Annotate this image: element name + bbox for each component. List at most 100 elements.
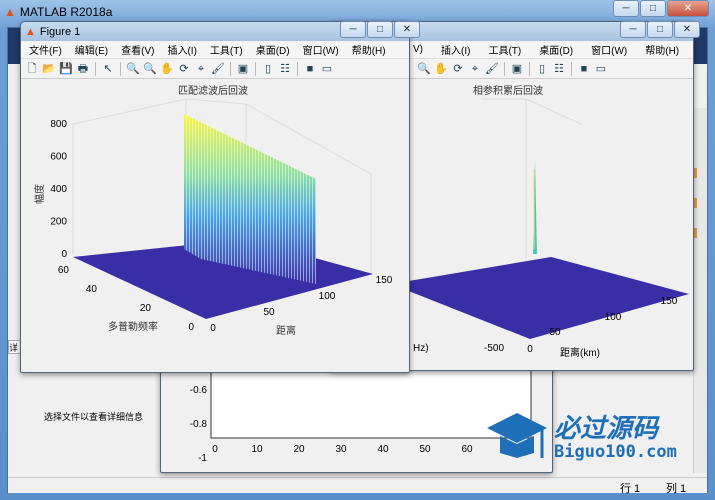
data-cursor-icon[interactable]: ⌖ xyxy=(468,62,482,76)
brush-icon[interactable]: 🖌 xyxy=(485,62,499,76)
menu-item[interactable]: 帮助(H) xyxy=(645,42,679,57)
y-tick: -500 xyxy=(484,343,504,354)
x-tick: 30 xyxy=(335,444,347,455)
figure1-toolbar: 🗋 📂 💾 🖶 ↖ 🔍 🔍 ✋ ⟳ ⌖ 🖌 ▣ ▯ ☷ ■ ▭ xyxy=(21,59,409,79)
x-tick: 100 xyxy=(319,291,336,302)
rotate-icon[interactable]: ⟳ xyxy=(177,62,191,76)
maximize-button[interactable]: □ xyxy=(647,21,673,38)
menu-item[interactable]: 窗口(W) xyxy=(591,42,627,57)
figure-icon: ▲ xyxy=(25,25,36,38)
minimize-button[interactable]: ─ xyxy=(613,0,639,17)
status-row: 行 1 xyxy=(620,483,641,495)
menu-item[interactable]: 工具(T) xyxy=(488,42,521,57)
colorbar-icon[interactable]: ▯ xyxy=(261,62,275,76)
maximize-button[interactable]: □ xyxy=(640,0,666,17)
y-tick: 60 xyxy=(58,265,70,276)
x-tick: 150 xyxy=(376,275,393,286)
y-tick: 0 xyxy=(188,322,194,333)
graduation-cap-icon xyxy=(487,413,547,458)
data-cursor-icon[interactable]: ⌖ xyxy=(194,62,208,76)
close-button[interactable]: ✕ xyxy=(667,0,709,17)
colorbar-icon[interactable]: ▯ xyxy=(535,62,549,76)
open-icon[interactable]: 📂 xyxy=(42,62,56,76)
legend-icon[interactable]: ☷ xyxy=(278,62,292,76)
menu-item[interactable]: V) xyxy=(413,44,423,55)
x-tick: 50 xyxy=(263,307,275,318)
x-tick: 100 xyxy=(605,312,622,323)
y-tick: 20 xyxy=(140,303,152,314)
x-tick: 0 xyxy=(210,323,216,334)
zoom-out-icon[interactable]: 🔍 xyxy=(417,62,431,76)
menu-item[interactable]: 插入(I) xyxy=(167,42,196,57)
y-label: 多普勒频率 xyxy=(108,320,158,333)
plot-title: 相参积累后回波 xyxy=(473,84,543,97)
surface-floor xyxy=(391,257,689,339)
legend-icon[interactable]: ☷ xyxy=(552,62,566,76)
x-tick: 40 xyxy=(377,444,389,455)
close-button[interactable]: ✕ xyxy=(394,21,420,38)
pan-icon[interactable]: ✋ xyxy=(160,62,174,76)
menu-item[interactable]: 帮助(H) xyxy=(352,42,386,57)
menu-item[interactable]: 桌面(D) xyxy=(539,42,573,57)
hide-tools-icon[interactable]: ■ xyxy=(577,62,591,76)
menu-item[interactable]: 插入(I) xyxy=(441,42,470,57)
pan-icon[interactable]: ✋ xyxy=(434,62,448,76)
zoom-out-icon[interactable]: 🔍 xyxy=(143,62,157,76)
x-tick: 20 xyxy=(293,444,305,455)
x-label: 距离(km) xyxy=(560,346,600,359)
matlab-logo-icon: ▲ xyxy=(4,5,16,19)
x-tick: 0 xyxy=(212,444,218,455)
close-button[interactable]: ✕ xyxy=(674,21,700,38)
status-bar: 行 1 列 1 xyxy=(8,477,707,495)
x-tick: 60 xyxy=(461,444,473,455)
pointer-icon[interactable]: ↖ xyxy=(101,62,115,76)
menu-item[interactable]: 桌面(D) xyxy=(256,42,290,57)
menu-item[interactable]: 查看(V) xyxy=(121,42,154,57)
menu-item[interactable]: 窗口(W) xyxy=(303,42,339,57)
y-tick: -0.8 xyxy=(190,419,208,430)
x-tick: 0 xyxy=(527,344,533,355)
save-icon[interactable]: 💾 xyxy=(59,62,73,76)
link-plot-icon[interactable]: ▣ xyxy=(236,62,250,76)
x-tick: 50 xyxy=(419,444,431,455)
z-tick: 600 xyxy=(50,152,67,163)
x-tick: 150 xyxy=(661,296,678,307)
figure1-window: ▲ Figure 1 文件(F) 编辑(E) 查看(V) 插入(I) 工具(T) 桌面(D… xyxy=(20,21,410,373)
y-tick: -1 xyxy=(198,453,207,464)
watermark-logo: 必过源码 Biguo100.com xyxy=(482,408,692,468)
rotate-icon[interactable]: ⟳ xyxy=(451,62,465,76)
menu-item[interactable]: 编辑(E) xyxy=(75,42,108,57)
main-title: MATLAB R2018a xyxy=(19,5,113,19)
z-tick: 400 xyxy=(50,184,67,195)
main-title-bar: ▲ MATLAB R2018a xyxy=(4,3,112,21)
y-tick: 40 xyxy=(86,284,98,295)
z-label: 幅度 xyxy=(33,184,46,204)
maximize-button[interactable]: □ xyxy=(367,21,393,38)
watermark-title: 必过源码 xyxy=(554,413,659,443)
y-label: Hz) xyxy=(413,343,429,354)
show-tools-icon[interactable]: ▭ xyxy=(594,62,608,76)
brush-icon[interactable]: 🖌 xyxy=(211,62,225,76)
figure1-window-controls: ─ □ ✕ xyxy=(340,21,420,38)
figure2-window-controls: ─ □ ✕ xyxy=(620,21,700,38)
plot-title: 匹配滤波后回波 xyxy=(178,84,248,97)
show-tools-icon[interactable]: ▭ xyxy=(320,62,334,76)
minimize-button[interactable]: ─ xyxy=(340,21,366,38)
details-placeholder: 选择文件以查看详细信息 xyxy=(44,412,144,422)
scrollbar[interactable] xyxy=(693,108,707,473)
z-tick: 800 xyxy=(50,119,67,130)
menu-item[interactable]: 工具(T) xyxy=(210,42,243,57)
main-window-controls: ─ □ ✕ xyxy=(613,0,709,17)
z-tick: 200 xyxy=(50,217,67,228)
new-figure-icon[interactable]: 🗋 xyxy=(25,62,39,76)
x-label: 距离 xyxy=(276,324,296,337)
zoom-in-icon[interactable]: 🔍 xyxy=(126,62,140,76)
print-icon[interactable]: 🖶 xyxy=(76,62,90,76)
z-tick: 0 xyxy=(61,249,67,260)
minimize-button[interactable]: ─ xyxy=(620,21,646,38)
hide-tools-icon[interactable]: ■ xyxy=(303,62,317,76)
y-tick: -0.6 xyxy=(190,385,208,396)
menu-item[interactable]: 文件(F) xyxy=(29,42,62,57)
link-plot-icon[interactable]: ▣ xyxy=(510,62,524,76)
watermark-url: Biguo100.com xyxy=(554,442,677,462)
